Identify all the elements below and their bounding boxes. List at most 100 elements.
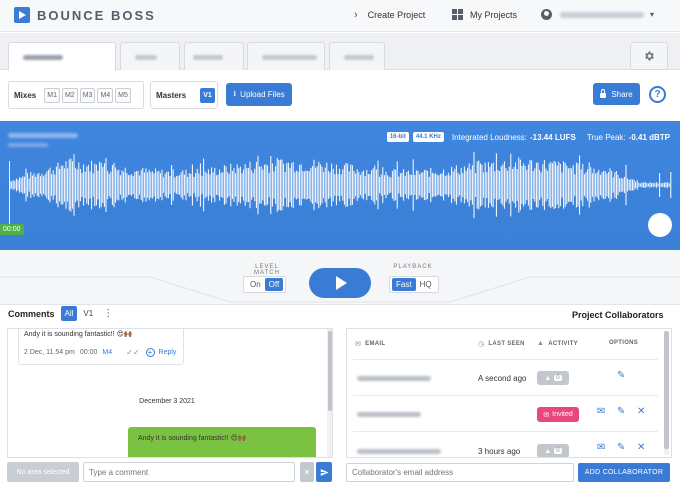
app-name: BOUNCE BOSS bbox=[37, 7, 156, 23]
edit-icon[interactable]: ✎ bbox=[617, 442, 625, 453]
track-tab-title-redacted bbox=[193, 55, 223, 60]
download-button[interactable] bbox=[648, 213, 672, 250]
comments-scrollbar[interactable] bbox=[327, 329, 332, 457]
true-peak-value: -0.41 dBTP bbox=[628, 132, 670, 142]
upload-icon: ⭳ bbox=[233, 88, 237, 98]
bit-depth-badge: 16-bit bbox=[386, 132, 409, 142]
comments-list[interactable]: Andy it is sounding fantastic!! 😍🙌🏾 2 De… bbox=[7, 328, 333, 458]
comment-input[interactable] bbox=[83, 462, 295, 482]
comment-text: Andy it is sounding fantastic!! 😍🙌🏾 bbox=[24, 331, 133, 338]
track-tab[interactable] bbox=[120, 42, 180, 70]
resend-mail-icon[interactable]: ✉ bbox=[597, 406, 605, 417]
send-comment-button[interactable] bbox=[316, 462, 332, 482]
collaborator-email-redacted bbox=[357, 376, 431, 381]
masters-label: Masters bbox=[156, 90, 187, 100]
upload-files-button[interactable]: ⭳ Upload Files bbox=[226, 83, 292, 106]
comment-mix[interactable]: M4 bbox=[102, 349, 112, 356]
edit-icon[interactable]: ✎ bbox=[617, 370, 625, 381]
play-icon bbox=[336, 276, 347, 290]
gear-icon bbox=[645, 51, 654, 61]
level-match-off[interactable]: Off bbox=[264, 278, 284, 291]
track-tab-title-redacted bbox=[135, 55, 157, 60]
nav-create-project-label: Create Project bbox=[367, 10, 426, 20]
mail-icon[interactable]: ✉ bbox=[597, 442, 605, 453]
upload-files-label: Upload Files bbox=[240, 90, 285, 99]
playhead-timecode: 00:00 bbox=[0, 224, 24, 235]
edit-icon[interactable]: ✎ bbox=[617, 406, 625, 417]
top-header: BOUNCE BOSS › Create Project My Projects… bbox=[0, 0, 680, 32]
waveform-panel[interactable]: 16-bit 44.1 KHz Integrated Loudness: -13… bbox=[0, 121, 680, 250]
filter-all-button[interactable]: All bbox=[60, 306, 78, 321]
remove-icon[interactable]: ✕ bbox=[637, 442, 645, 453]
logo-play-icon bbox=[14, 7, 30, 23]
app-logo[interactable]: BOUNCE BOSS bbox=[14, 7, 156, 23]
download-icon bbox=[650, 242, 658, 250]
activity-badge[interactable]: ▲ 0 bbox=[537, 371, 569, 385]
help-icon[interactable]: ? bbox=[649, 86, 666, 103]
header-last-seen-label: LAST SEEN bbox=[488, 341, 525, 347]
clear-comment-button[interactable]: ✕ bbox=[300, 462, 314, 482]
mix-button-m1[interactable]: M1 bbox=[44, 87, 60, 103]
activity-badge[interactable]: ▲ 0 bbox=[537, 444, 569, 457]
collaborator-email-input[interactable] bbox=[346, 463, 574, 482]
no-area-selected-badge: No area selected bbox=[7, 462, 79, 482]
track-tab[interactable] bbox=[184, 42, 244, 70]
nav-my-projects[interactable]: My Projects bbox=[452, 9, 517, 20]
chevron-right-icon: › bbox=[354, 9, 358, 21]
mix-button-m4[interactable]: M4 bbox=[97, 87, 114, 103]
row-divider bbox=[353, 431, 658, 432]
playhead-cursor[interactable] bbox=[9, 161, 10, 225]
collaborators-scrollbar[interactable] bbox=[664, 331, 669, 455]
clock-icon: ◷ bbox=[478, 341, 485, 348]
level-match-toggle: On Off bbox=[243, 276, 287, 293]
comments-scroll-thumb[interactable] bbox=[328, 331, 332, 411]
mixes-group: Mixes M1 M2 M3 M4 M5 bbox=[8, 81, 144, 109]
integrated-loudness-label: Integrated Loudness: bbox=[451, 132, 528, 142]
collaborators-table: ✉ EMAIL ◷ LAST SEEN ▲ ACTIVITY OPTIONS A se… bbox=[346, 328, 672, 458]
header-options-label: OPTIONS bbox=[609, 340, 639, 346]
collaborator-last-seen: A second ago bbox=[478, 374, 527, 383]
caret-down-icon: ▾ bbox=[650, 10, 655, 19]
add-icon[interactable]: + bbox=[145, 348, 155, 357]
transport-bar: LEVEL MATCH On Off PLAYBACK Fast HQ bbox=[0, 250, 680, 305]
master-button-v1[interactable]: V1 bbox=[200, 87, 215, 103]
mixes-label: Mixes bbox=[14, 90, 37, 100]
nav-create-project[interactable]: › Create Project bbox=[354, 9, 425, 21]
more-options-icon[interactable]: ⋮ bbox=[103, 308, 113, 319]
remove-icon[interactable]: ✕ bbox=[637, 406, 645, 417]
playback-toggle: Fast HQ bbox=[389, 276, 439, 293]
play-button[interactable] bbox=[309, 268, 371, 298]
filter-v1-button[interactable]: V1 bbox=[83, 309, 93, 318]
header-options: OPTIONS bbox=[609, 340, 638, 346]
collaborators-scroll-thumb[interactable] bbox=[664, 331, 669, 449]
track-subtitle-redacted bbox=[8, 143, 48, 147]
mix-button-m2[interactable]: M2 bbox=[61, 87, 78, 103]
bell-icon: ▲ bbox=[544, 447, 552, 455]
playback-fast[interactable]: Fast bbox=[392, 278, 416, 291]
add-collaborator-button[interactable]: ADD COLLABORATOR bbox=[578, 463, 670, 482]
user-menu[interactable]: ▾ bbox=[541, 9, 654, 20]
send-icon bbox=[320, 468, 329, 476]
share-button[interactable]: Share bbox=[593, 83, 640, 105]
track-tab[interactable] bbox=[329, 42, 385, 70]
comment-bubble[interactable]: Andy it is sounding fantastic!! 😍🙌🏾 bbox=[128, 427, 316, 457]
reply-button[interactable]: Reply bbox=[159, 349, 177, 356]
settings-button[interactable] bbox=[630, 42, 668, 70]
mix-button-m3[interactable]: M3 bbox=[79, 87, 96, 103]
row-divider bbox=[353, 395, 658, 396]
mix-button-m5[interactable]: M5 bbox=[115, 87, 131, 103]
level-match-on[interactable]: On bbox=[246, 278, 265, 291]
track-tab-title-redacted bbox=[344, 55, 374, 60]
track-tab[interactable] bbox=[247, 42, 325, 70]
share-label: Share bbox=[611, 89, 633, 99]
track-tabs-bar bbox=[0, 33, 680, 71]
comment-time[interactable]: 00:00 bbox=[80, 349, 98, 356]
activity-count: 0 bbox=[554, 375, 562, 381]
playback-hq[interactable]: HQ bbox=[416, 278, 436, 291]
comment-item[interactable]: Andy it is sounding fantastic!! 😍🙌🏾 2 De… bbox=[18, 329, 184, 365]
bell-icon: ▲ bbox=[537, 340, 545, 347]
collaborators-title: Project Collaborators bbox=[572, 310, 664, 320]
invited-badge: ✉ Invited bbox=[537, 407, 579, 422]
track-tab-active[interactable] bbox=[8, 42, 116, 71]
app-root: BOUNCE BOSS › Create Project My Projects… bbox=[0, 0, 680, 487]
